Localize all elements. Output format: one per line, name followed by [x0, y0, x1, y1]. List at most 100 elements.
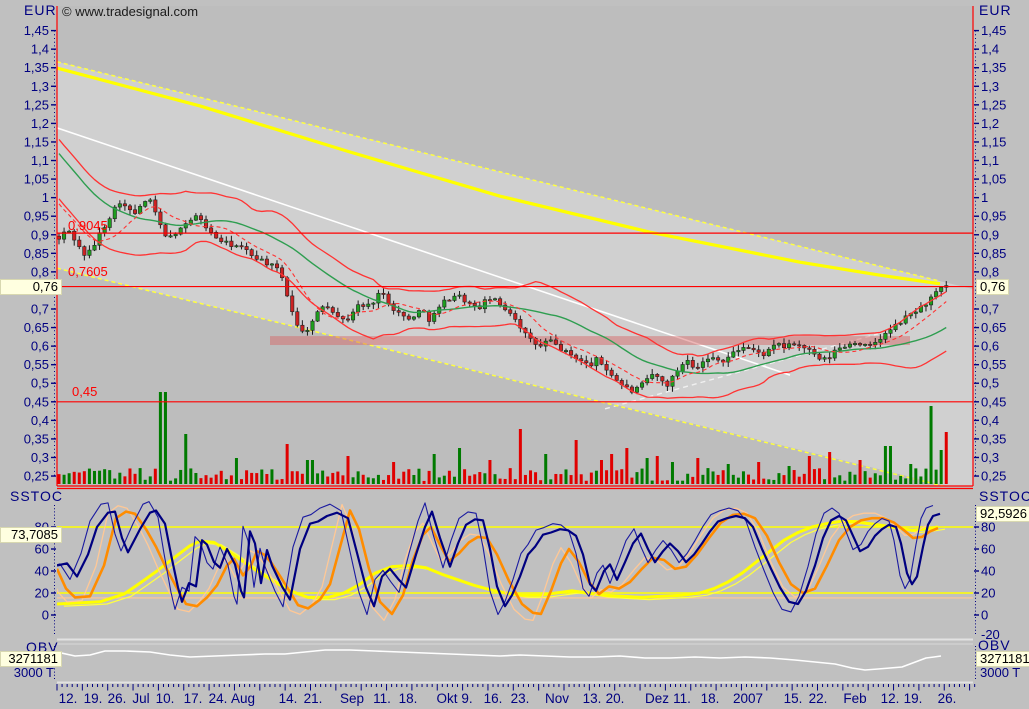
candle-body [858, 343, 863, 346]
volume-bar [620, 469, 624, 484]
volume-bar [468, 475, 472, 484]
volume-bar [224, 479, 228, 484]
price-tick-label-right: 0,25 [981, 469, 1006, 484]
date-label: Jul [132, 691, 149, 706]
volume-bar [777, 473, 781, 484]
candle-body [873, 342, 878, 346]
candle-body [198, 215, 203, 220]
price-tick-label-right: 1,2 [981, 116, 999, 131]
volume-bar [67, 473, 71, 484]
volume-bar [255, 473, 259, 484]
volume-bar [62, 474, 66, 484]
sstoc-tick-label-right: 40 [981, 564, 995, 579]
volume-bar [260, 469, 264, 484]
volume-bar [493, 474, 497, 484]
candle-body [807, 347, 812, 350]
volume-bar [605, 470, 609, 484]
volume-bar [569, 475, 573, 484]
date-label: 12. [881, 691, 900, 706]
volume-bar [311, 460, 314, 484]
volume-bar [158, 392, 162, 484]
date-label: 20. [606, 691, 625, 706]
currency-label-right: EUR [979, 2, 1012, 18]
volume-bar [696, 458, 700, 484]
price-tick-label-right: 1,4 [981, 42, 999, 57]
candle-body [356, 304, 361, 313]
volume-bar [108, 470, 112, 484]
volume-bar [452, 476, 456, 484]
volume-bar [762, 478, 766, 484]
volume-bar [336, 471, 340, 484]
date-label: 12. [59, 691, 78, 706]
price-tick-label-right: 0,45 [981, 394, 1006, 409]
price-tick-label-right: 1,05 [981, 172, 1006, 187]
price-tick-label-right: 1,3 [981, 79, 999, 94]
volume-bar [57, 474, 61, 484]
volume-bar [670, 462, 674, 484]
volume-bar [381, 479, 385, 484]
candle-body [92, 245, 97, 251]
price-tick-label-right: 0,85 [981, 246, 1006, 261]
candle-body [305, 330, 310, 332]
volume-bar [534, 472, 538, 484]
chart-canvas[interactable]: 1,45 1,45 1,4 1,4 1,35 1,35 1,3 1,3 1,25 1,25 1,2 1… [0, 0, 1029, 709]
volume-bar [199, 478, 203, 484]
candle-body [366, 303, 371, 307]
candle-body [589, 362, 594, 367]
candle-body [406, 315, 411, 320]
volume-bar [792, 470, 796, 484]
date-label: 10. [156, 691, 175, 706]
candle-body [269, 263, 274, 266]
volume-bar [802, 473, 806, 484]
candle-body [650, 374, 655, 379]
candle-body [345, 318, 350, 321]
candle-body [229, 240, 234, 247]
sstoc-tick-label-right: 0 [981, 608, 988, 623]
volume-bar [899, 475, 903, 484]
candle-body [315, 311, 320, 322]
sstoc-title-left: SSTOC [10, 488, 63, 504]
level-label-0-45: 0,45 [72, 384, 98, 399]
date-label: Feb [843, 691, 866, 706]
volume-bar [736, 477, 740, 484]
price-tick-label-right: 0,95 [981, 209, 1006, 224]
date-label: 18. [399, 691, 418, 706]
obv-panel [57, 643, 973, 671]
candle-body [792, 343, 797, 346]
sstoc-value-right: 92,5926 [976, 506, 1029, 522]
sstoc-title-right: SSTOC [979, 488, 1029, 504]
volume-bar [853, 474, 857, 484]
volume-bar [366, 477, 370, 484]
volume-bar [371, 478, 375, 484]
price-tick-label-left: 0,55 [24, 357, 49, 372]
candle-body [756, 349, 761, 353]
candle-body [239, 245, 244, 248]
volume-bar [828, 452, 832, 484]
candle-body [675, 370, 680, 377]
price-tick-label-left: 0,4 [31, 413, 49, 428]
date-label: 24. [209, 691, 228, 706]
date-label: 26. [108, 691, 127, 706]
price-tick-label-left: 0,35 [24, 431, 49, 446]
volume-bar [660, 480, 664, 484]
date-label: Sep [340, 691, 364, 706]
volume-bar [529, 470, 533, 484]
volume-bar [701, 474, 705, 484]
volume-bar [169, 480, 173, 484]
candle-body [462, 294, 467, 303]
volume-bar [757, 462, 761, 484]
volume-bar [848, 471, 852, 484]
candle-body [447, 299, 452, 302]
volume-bar [934, 469, 938, 484]
price-tick-label-left: 1,15 [24, 134, 49, 149]
volume-bar [265, 474, 269, 484]
candle-body [57, 235, 61, 240]
volume-bar [888, 446, 892, 484]
candle-body [122, 203, 127, 207]
candle-body [878, 339, 883, 343]
volume-bar [818, 468, 821, 484]
volume-bar [883, 446, 887, 484]
sstoc-tick-label-right: 60 [981, 542, 995, 557]
candle-body [163, 224, 168, 237]
candle-body [569, 350, 574, 356]
